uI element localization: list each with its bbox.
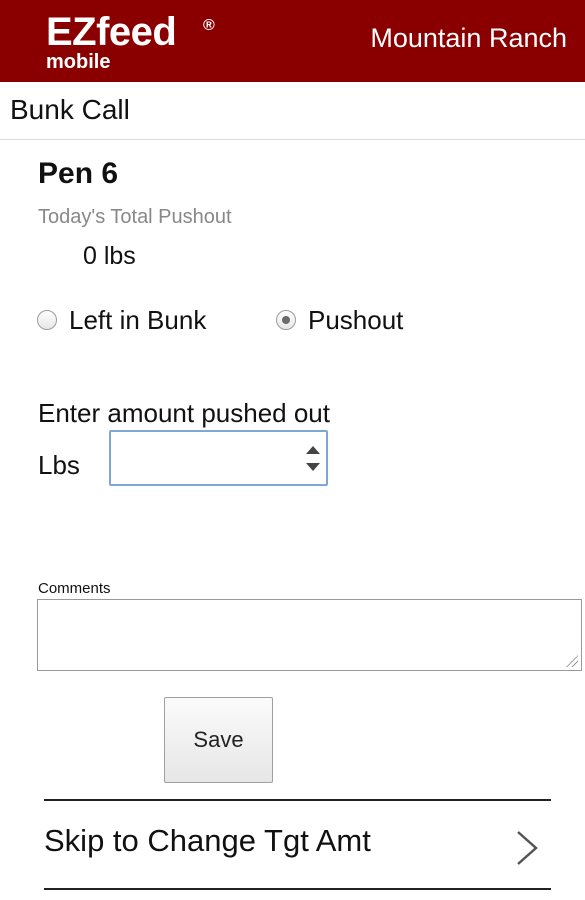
pushout-label[interactable]: Pushout xyxy=(308,305,403,335)
total-pushout-value: 0 lbs xyxy=(83,242,136,270)
comments-textarea[interactable] xyxy=(37,599,582,671)
enter-amount-label: Enter amount pushed out xyxy=(38,398,330,428)
page-title: Bunk Call xyxy=(10,94,130,125)
logo-sub-text: mobile xyxy=(46,51,111,73)
chevron-right-icon[interactable] xyxy=(514,830,540,866)
pushout-radio[interactable] xyxy=(276,310,296,330)
save-button[interactable]: Save xyxy=(164,697,273,783)
lbs-label: Lbs xyxy=(38,450,80,480)
divider-bottom xyxy=(44,888,551,890)
left-in-bunk-radio[interactable] xyxy=(37,310,57,330)
divider-top xyxy=(44,799,551,801)
increment-arrow-icon[interactable] xyxy=(306,446,320,454)
comments-label: Comments xyxy=(38,580,111,597)
left-in-bunk-option[interactable]: Left in Bunk xyxy=(37,305,206,335)
ranch-name: Mountain Ranch xyxy=(370,23,567,53)
lbs-spinner[interactable] xyxy=(302,435,324,481)
lbs-input[interactable] xyxy=(109,430,328,486)
total-pushout-label: Today's Total Pushout xyxy=(38,206,232,228)
pushout-option[interactable]: Pushout xyxy=(276,305,403,335)
app-header: EZfeed ® mobile Mountain Ranch xyxy=(0,0,585,82)
page-subheader: Bunk Call xyxy=(0,82,585,140)
skip-to-change-tgt-link[interactable]: Skip to Change Tgt Amt xyxy=(44,822,371,860)
ezfeed-logo: EZfeed ® mobile xyxy=(46,10,215,72)
resize-grip-icon[interactable] xyxy=(566,655,578,667)
logo-main-text: EZfeed xyxy=(46,10,177,54)
pen-title: Pen 6 xyxy=(38,157,119,190)
decrement-arrow-icon[interactable] xyxy=(306,463,320,471)
registered-mark: ® xyxy=(203,17,215,34)
left-in-bunk-label[interactable]: Left in Bunk xyxy=(69,305,206,335)
